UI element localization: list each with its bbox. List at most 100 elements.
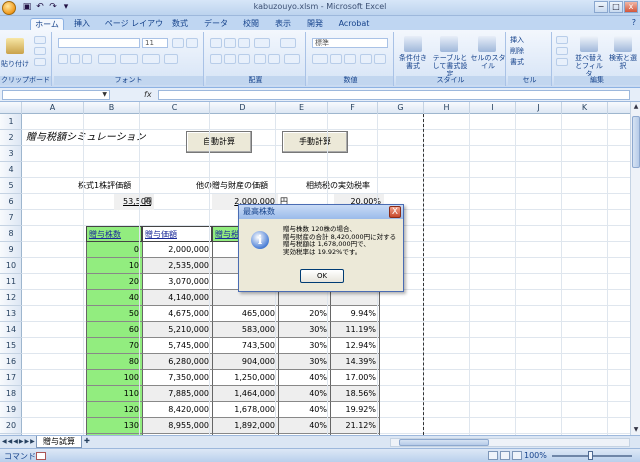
table-cell-rate[interactable]: 40% xyxy=(278,370,330,386)
table-cell-shares[interactable]: 120 xyxy=(86,402,142,418)
paste-label[interactable]: 貼り付け xyxy=(0,60,30,68)
column-header-b[interactable]: B xyxy=(84,102,140,114)
dialog-ok-button[interactable]: OK xyxy=(300,269,344,283)
table-cell-rate[interactable]: 30% xyxy=(278,322,330,338)
table-cell-value[interactable]: 8,420,000 xyxy=(142,402,212,418)
help-icon[interactable]: ? xyxy=(632,18,636,27)
select-all-corner[interactable] xyxy=(0,102,22,114)
table-cell-value[interactable]: 6,280,000 xyxy=(142,354,212,370)
fill-icon[interactable] xyxy=(556,47,568,55)
column-header-e[interactable]: E xyxy=(276,102,328,114)
row-header-18[interactable]: 18 xyxy=(0,386,22,402)
row-header-13[interactable]: 13 xyxy=(0,306,22,322)
table-cell-shares[interactable]: 80 xyxy=(86,354,142,370)
table-cell-value[interactable]: 4,675,000 xyxy=(142,306,212,322)
insert-sheet-icon[interactable]: ✚ xyxy=(84,437,98,447)
table-cell-rate[interactable]: 20% xyxy=(278,306,330,322)
align-left-icon[interactable] xyxy=(210,54,222,64)
table-cell-tax[interactable]: 583,000 xyxy=(212,322,278,338)
tab-review[interactable]: 校閲 xyxy=(240,18,262,30)
table-format-icon[interactable] xyxy=(440,36,458,52)
merge-center-icon[interactable] xyxy=(284,54,300,64)
row-header-9[interactable]: 9 xyxy=(0,242,22,258)
increase-decimal-icon[interactable] xyxy=(360,54,372,64)
sheet-nav-arrows-icon[interactable]: ◀◀◀▶▶▶ xyxy=(2,438,36,445)
zoom-slider-knob[interactable] xyxy=(588,451,593,460)
tab-view[interactable]: 表示 xyxy=(272,18,294,30)
macro-record-icon[interactable] xyxy=(36,452,46,460)
table-cell-effective-rate[interactable] xyxy=(330,290,380,306)
table-cell-value[interactable]: 7,350,000 xyxy=(142,370,212,386)
formula-input[interactable] xyxy=(158,90,630,100)
row-header-7[interactable]: 7 xyxy=(0,210,22,226)
currency-icon[interactable] xyxy=(312,54,328,64)
font-name-combo[interactable] xyxy=(58,38,140,48)
align-top-icon[interactable] xyxy=(210,38,222,48)
tab-home[interactable]: ホーム xyxy=(30,18,64,30)
percent-icon[interactable] xyxy=(330,54,342,64)
auto-calc-button[interactable]: 自動計算 xyxy=(186,131,252,153)
number-format-combo[interactable]: 標準 xyxy=(312,38,388,48)
page-layout-view-icon[interactable] xyxy=(500,451,510,460)
cut-icon[interactable] xyxy=(34,36,46,44)
table-cell-shares[interactable]: 110 xyxy=(86,386,142,402)
align-right-icon[interactable] xyxy=(238,54,250,64)
table-cell-rate[interactable]: 30% xyxy=(278,338,330,354)
indent-decrease-icon[interactable] xyxy=(254,54,266,64)
table-cell-effective-rate[interactable]: 21.12% xyxy=(330,418,380,434)
row-header-16[interactable]: 16 xyxy=(0,354,22,370)
scroll-up-icon[interactable]: ▲ xyxy=(631,102,640,112)
normal-view-icon[interactable] xyxy=(488,451,498,460)
table-cell-shares[interactable]: 70 xyxy=(86,338,142,354)
table-cell-tax[interactable]: 1,678,000 xyxy=(212,402,278,418)
row-header-8[interactable]: 8 xyxy=(0,226,22,242)
column-header-i[interactable]: I xyxy=(470,102,516,114)
phonetic-icon[interactable] xyxy=(164,54,178,64)
table-format-label[interactable]: テーブルとして書式設定 xyxy=(430,54,470,78)
row-header-10[interactable]: 10 xyxy=(0,258,22,274)
row-header-11[interactable]: 11 xyxy=(0,274,22,290)
format-cells-button[interactable]: 書式 xyxy=(510,58,550,66)
orientation-icon[interactable] xyxy=(254,38,270,48)
row-header-14[interactable]: 14 xyxy=(0,322,22,338)
table-cell-value[interactable]: 2,535,000 xyxy=(142,258,212,274)
sheet-tab-active[interactable]: 贈与試算 xyxy=(36,436,82,448)
table-cell-shares[interactable]: 40 xyxy=(86,290,142,306)
autosum-icon[interactable] xyxy=(556,36,568,44)
table-cell-effective-rate[interactable]: 19.92% xyxy=(330,402,380,418)
insert-cells-button[interactable]: 挿入 xyxy=(510,36,550,44)
tab-insert[interactable]: 挿入 xyxy=(70,18,94,30)
minimize-button[interactable]: − xyxy=(594,1,608,13)
close-button[interactable]: x xyxy=(624,1,638,13)
manual-calc-button[interactable]: 手動計算 xyxy=(282,131,348,153)
shrink-font-icon[interactable] xyxy=(186,38,198,48)
tab-acrobat[interactable]: Acrobat xyxy=(336,18,372,30)
row-header-6[interactable]: 6 xyxy=(0,194,22,210)
column-header-j[interactable]: J xyxy=(516,102,562,114)
table-cell-value[interactable]: 5,210,000 xyxy=(142,322,212,338)
table-cell-value[interactable]: 8,955,000 xyxy=(142,418,212,434)
tab-formulas[interactable]: 数式 xyxy=(168,18,192,30)
indent-increase-icon[interactable] xyxy=(268,54,280,64)
row-header-4[interactable]: 4 xyxy=(0,162,22,178)
row-header-2[interactable]: 2 xyxy=(0,130,22,146)
maximize-button[interactable]: □ xyxy=(609,1,623,13)
row-header-1[interactable]: 1 xyxy=(0,114,22,130)
row-header-12[interactable]: 12 xyxy=(0,290,22,306)
table-cell-shares[interactable]: 130 xyxy=(86,418,142,434)
table-cell-rate[interactable]: 40% xyxy=(278,386,330,402)
delete-cells-button[interactable]: 削除 xyxy=(510,47,550,55)
table-cell-value[interactable]: 4,140,000 xyxy=(142,290,212,306)
wrap-text-icon[interactable] xyxy=(280,38,296,48)
table-cell-rate[interactable]: 30% xyxy=(278,354,330,370)
table-cell-tax[interactable]: 1,892,000 xyxy=(212,418,278,434)
dialog-close-button[interactable]: X xyxy=(389,206,401,218)
table-cell-shares[interactable]: 100 xyxy=(86,370,142,386)
row-header-17[interactable]: 17 xyxy=(0,370,22,386)
cell-style-label[interactable]: セルのスタイル xyxy=(470,54,506,70)
row-header-15[interactable]: 15 xyxy=(0,338,22,354)
tab-developer[interactable]: 開発 xyxy=(304,18,326,30)
column-header-g[interactable]: G xyxy=(378,102,424,114)
underline-icon[interactable] xyxy=(82,54,92,64)
table-cell-effective-rate[interactable]: 12.94% xyxy=(330,338,380,354)
